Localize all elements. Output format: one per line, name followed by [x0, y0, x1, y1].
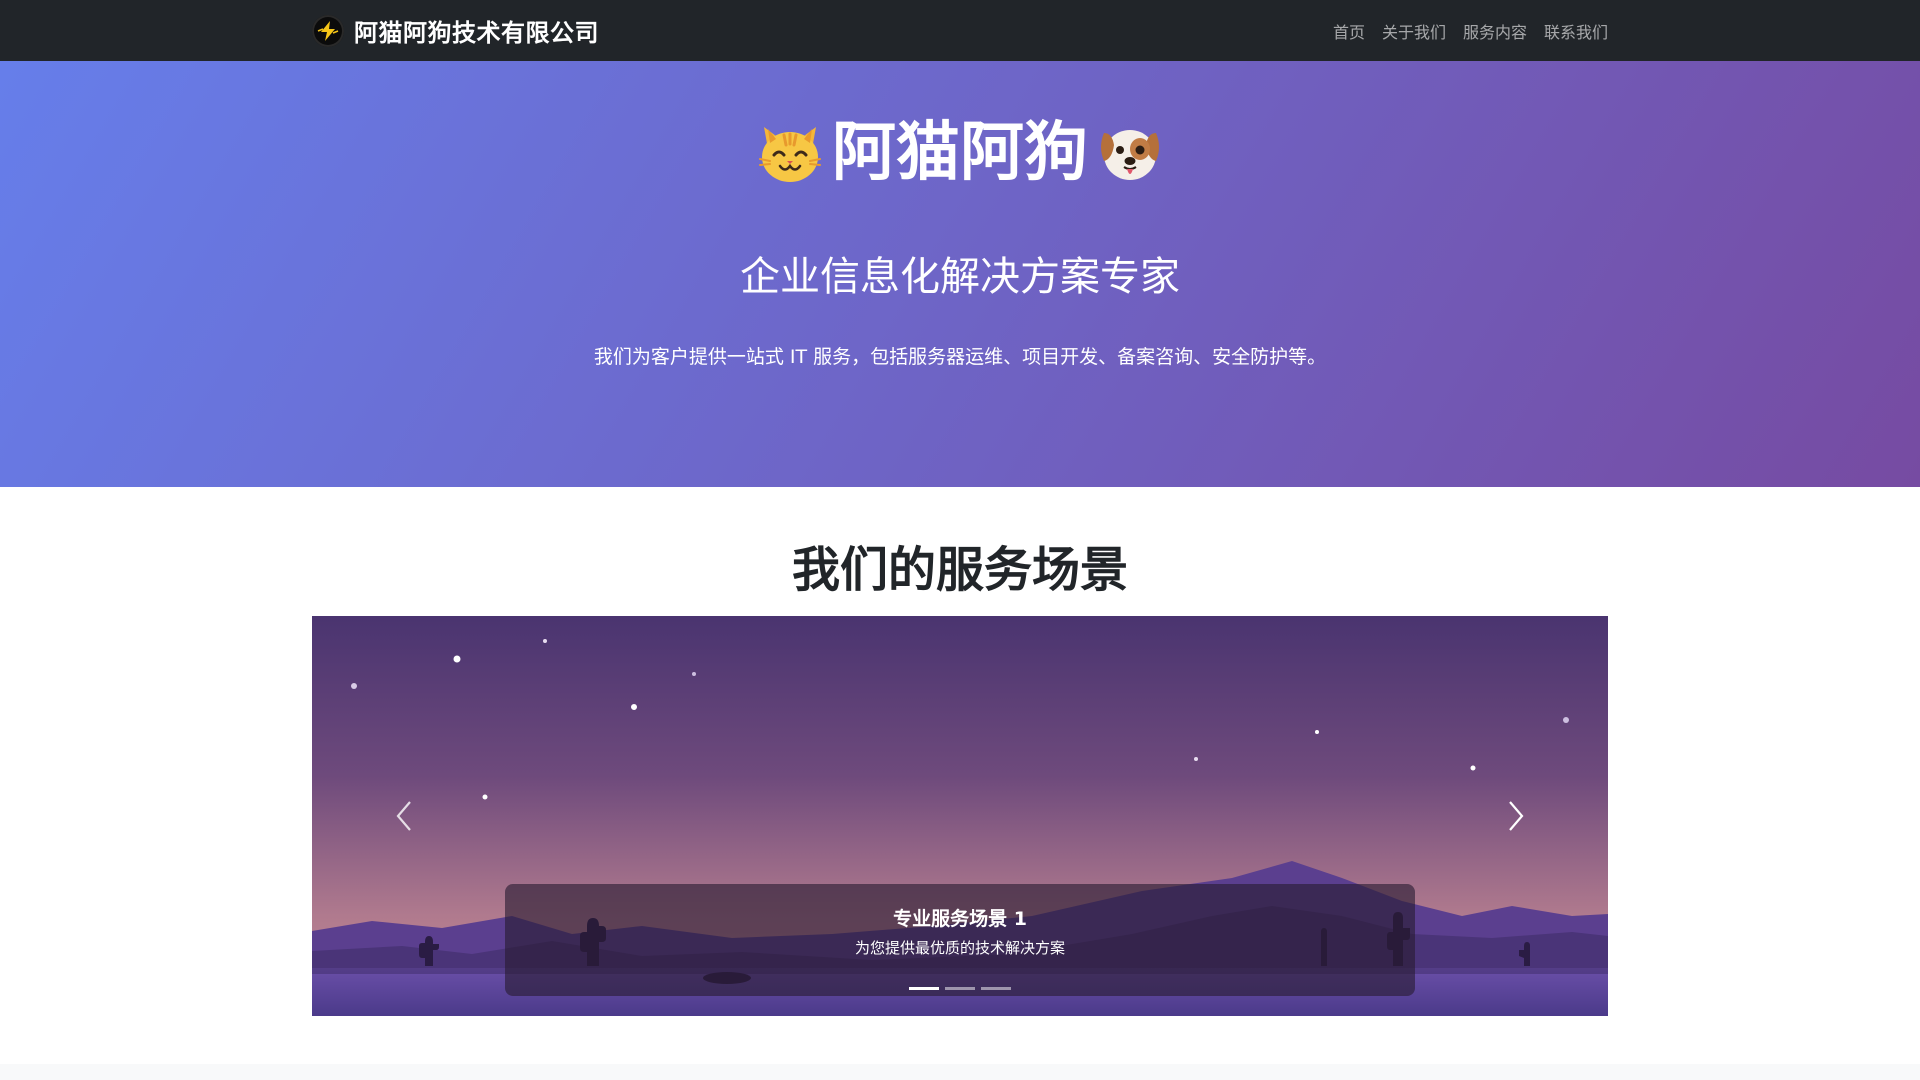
hero-section: 阿猫阿狗 企业信息化解决方案专家 我们为客户提供一站式 IT 服务，包括服务器运… [0, 61, 1920, 487]
carousel-next-button[interactable] [1456, 616, 1576, 1016]
brand-link[interactable]: 阿猫阿狗技术有限公司 [312, 13, 599, 48]
cat-face-icon [759, 127, 821, 182]
nav-link-home[interactable]: 首页 [1333, 19, 1365, 43]
nav-link-about[interactable]: 关于我们 [1382, 19, 1446, 43]
services-title: 我们的服务场景 [791, 542, 1128, 598]
carousel-prev-button[interactable] [344, 616, 464, 1016]
nav-link-contact[interactable]: 联系我们 [1544, 19, 1608, 43]
caption-title: 专业服务场景 1 [893, 908, 1027, 930]
next-section-edge [0, 1064, 1920, 1080]
carousel-indicator-3[interactable] [981, 987, 1011, 990]
hero-description: 我们为客户提供一站式 IT 服务，包括服务器运维、项目开发、备案咨询、安全防护等… [593, 346, 1327, 368]
carousel-indicator-2[interactable] [945, 987, 975, 990]
hero-subtitle: 企业信息化解决方案专家 [740, 254, 1180, 300]
carousel-caption: 专业服务场景 1 为您提供最优质的技术解决方案 [505, 884, 1415, 996]
chevron-right-icon [1509, 801, 1524, 831]
hero-title: 阿猫阿狗 [0, 119, 1920, 187]
services-carousel[interactable]: 专业服务场景 1 为您提供最优质的技术解决方案 [312, 616, 1608, 1016]
caption-text: 为您提供最优质的技术解决方案 [854, 939, 1065, 957]
navbar: 阿猫阿狗技术有限公司 首页 关于我们 服务内容 联系我们 [0, 0, 1920, 61]
brand-title: 阿猫阿狗技术有限公司 [354, 19, 599, 47]
navbar-container: 阿猫阿狗技术有限公司 首页 关于我们 服务内容 联系我们 [312, 0, 1608, 61]
carousel-indicator-1[interactable] [909, 987, 939, 990]
lightning-logo-icon [312, 14, 344, 47]
hero-title-text: 阿猫阿狗 [832, 116, 1088, 190]
nav-link-services[interactable]: 服务内容 [1463, 19, 1527, 43]
carousel-indicators [505, 987, 1415, 990]
chevron-left-icon [396, 801, 411, 831]
dog-face-icon [1101, 130, 1159, 180]
nav-links: 首页 关于我们 服务内容 联系我们 [1333, 19, 1608, 43]
